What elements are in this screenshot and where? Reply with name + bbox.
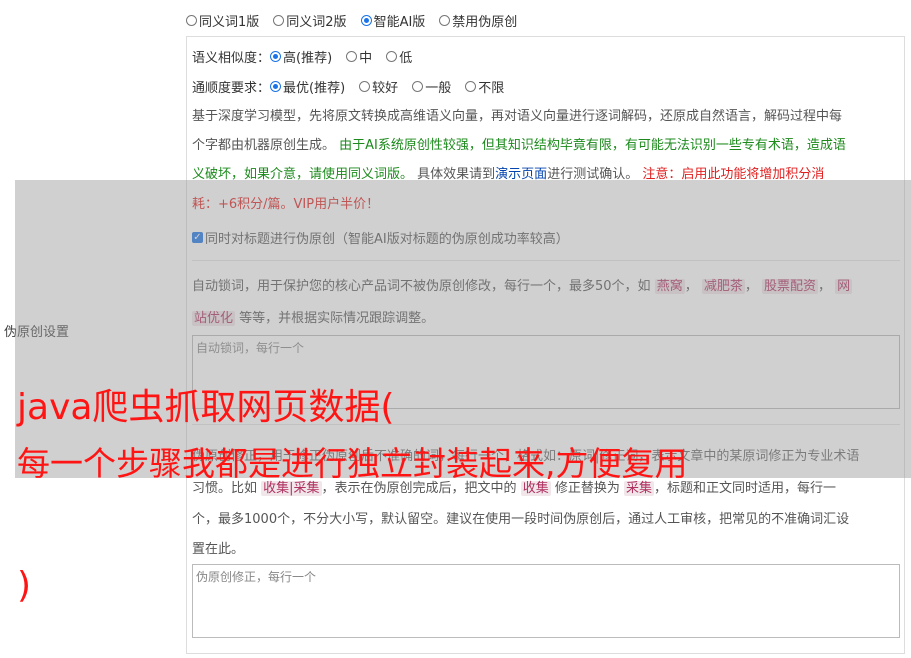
similarity-option-medium[interactable]: 中: [346, 47, 372, 66]
radio-icon[interactable]: [412, 81, 424, 92]
similarity-row: 语义相似度： 高(推荐) 中 低: [192, 47, 426, 66]
fluency-option-unlimited[interactable]: 不限: [465, 77, 504, 96]
description-line-2: 个字都由机器原创生成。 由于AI系统原创性较强，但其知识结构毕竟有限，有可能无法…: [192, 138, 846, 153]
radio-icon[interactable]: [465, 81, 477, 92]
radio-selected-icon[interactable]: [270, 81, 282, 92]
version-option-disable[interactable]: 禁用伪原创: [439, 11, 517, 30]
version-options: 同义词1版 同义词2版 智能AI版 禁用伪原创: [186, 11, 531, 30]
radio-icon[interactable]: [359, 81, 371, 92]
fluency-row: 通顺度要求： 最优(推荐) 较好 一般 不限: [192, 77, 518, 96]
radio-icon[interactable]: [346, 51, 358, 62]
correction-line-3: 个，最多1000个，不分大小写，默认留空。建议在使用一段时间伪原创后，通过人工审…: [192, 512, 850, 527]
similarity-label: 语义相似度：: [192, 51, 271, 66]
watermark-line-1: java爬虫抓取网页数据(: [17, 387, 395, 428]
watermark-line-3: ): [17, 565, 32, 606]
correction-placeholder: 伪原创修正，每行一个: [196, 570, 317, 584]
radio-icon[interactable]: [386, 51, 398, 62]
radio-icon[interactable]: [439, 15, 451, 26]
radio-selected-icon[interactable]: [360, 15, 372, 26]
grey-overlay: [15, 180, 911, 478]
correction-line-4: 置在此。: [192, 542, 245, 557]
correction-textarea[interactable]: 伪原创修正，每行一个: [192, 564, 900, 638]
fluency-option-normal[interactable]: 一般: [412, 77, 451, 96]
version-option-ai[interactable]: 智能AI版: [360, 11, 425, 30]
radio-selected-icon[interactable]: [270, 51, 282, 62]
watermark-line-2: 每一个步骤我都是进行独立封装起来,方便复用: [17, 444, 688, 483]
similarity-option-low[interactable]: 低: [386, 47, 412, 66]
version-option-synonym-2[interactable]: 同义词2版: [273, 11, 347, 30]
ai-warning-text: 由于AI系统原创性较强，但其知识结构毕竟有限，有可能无法识别一些专有术语，造成语: [339, 138, 846, 153]
similarity-option-high[interactable]: 高(推荐): [270, 47, 332, 66]
fluency-option-best[interactable]: 最优(推荐): [270, 77, 345, 96]
version-option-synonym-1[interactable]: 同义词1版: [186, 11, 259, 30]
fluency-label: 通顺度要求：: [192, 81, 271, 96]
radio-icon[interactable]: [186, 15, 197, 26]
fluency-option-good[interactable]: 较好: [359, 77, 398, 96]
radio-icon[interactable]: [273, 15, 285, 26]
description-line-1: 基于深度学习模型，先将原文转换成高维语义向量，再对语义向量进行逐词解码，还原成自…: [192, 109, 843, 124]
